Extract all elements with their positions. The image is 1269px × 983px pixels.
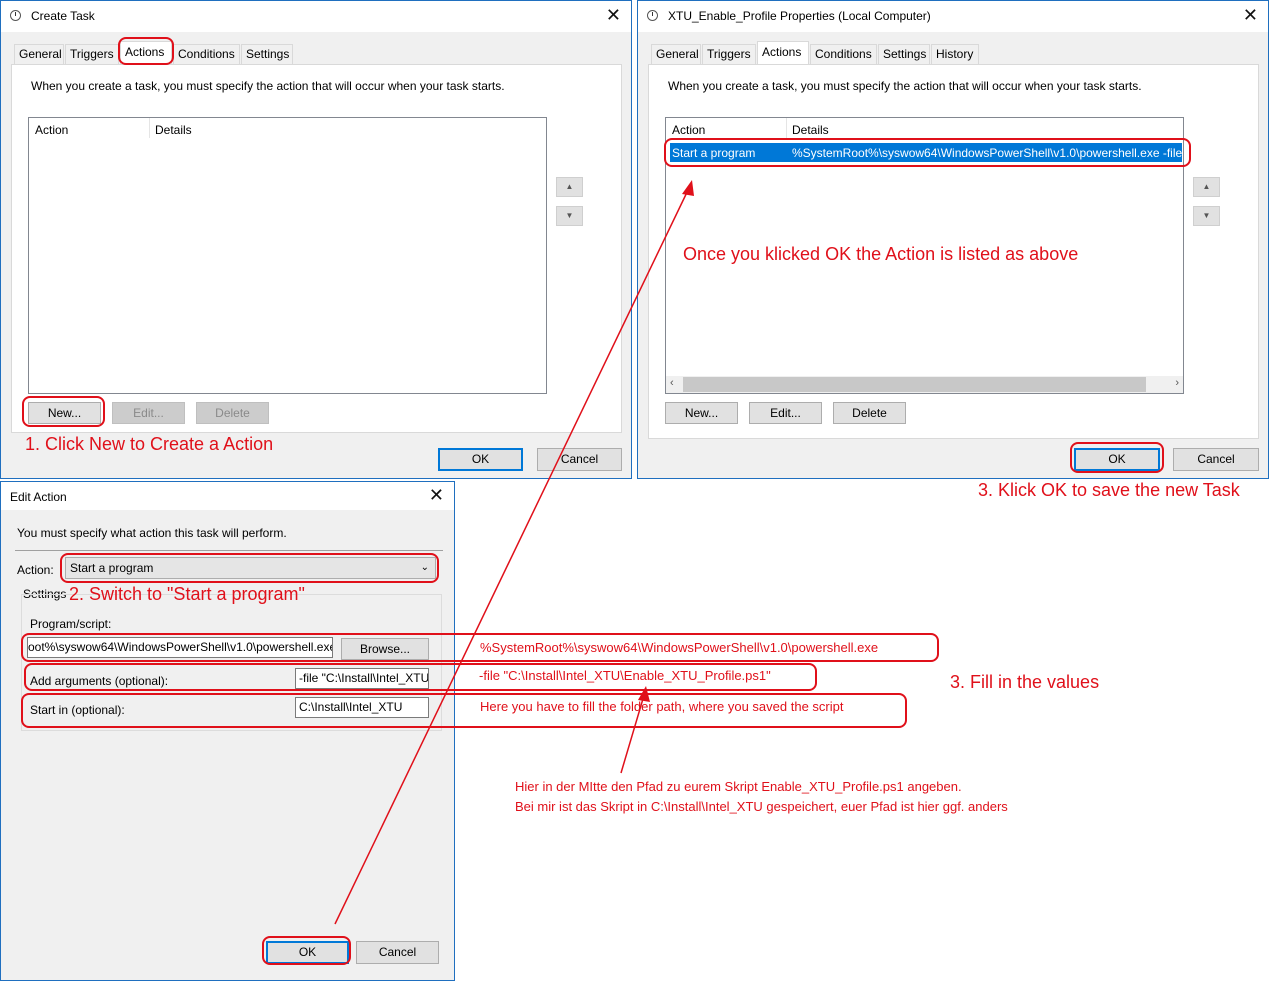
column-divider bbox=[149, 118, 150, 138]
window-title: Create Task bbox=[31, 9, 95, 23]
tab-actions[interactable]: Actions bbox=[757, 41, 809, 65]
scroll-right-icon[interactable]: › bbox=[1175, 377, 1179, 389]
properties-ok-highlight bbox=[1070, 442, 1164, 473]
actions-tab-highlight bbox=[118, 37, 174, 65]
tab-settings[interactable]: Settings bbox=[878, 44, 930, 64]
move-up-button[interactable]: ▲ bbox=[556, 177, 583, 197]
cancel-button[interactable]: Cancel bbox=[356, 941, 439, 964]
step3-fill-annotation: 3. Fill in the values bbox=[950, 672, 1100, 692]
tab-conditions[interactable]: Conditions bbox=[810, 44, 877, 64]
properties-titlebar: XTU_Enable_Profile Properties (Local Com… bbox=[638, 1, 1268, 32]
tab-triggers[interactable]: Triggers bbox=[702, 44, 756, 64]
tab-settings[interactable]: Settings bbox=[241, 44, 293, 64]
intro-text: You must specify what action this task w… bbox=[17, 526, 287, 540]
intro-text: When you create a task, you must specify… bbox=[668, 79, 1142, 93]
tab-general[interactable]: General bbox=[14, 44, 64, 64]
new-button-highlight bbox=[22, 396, 105, 427]
separator bbox=[15, 550, 443, 551]
intro-text: When you create a task, you must specify… bbox=[31, 79, 505, 93]
new-button[interactable]: New... bbox=[665, 402, 738, 424]
scroll-left-icon[interactable]: ‹ bbox=[670, 377, 674, 389]
window-title: Edit Action bbox=[10, 490, 67, 504]
close-icon[interactable]: ✕ bbox=[1243, 5, 1258, 25]
ok-button[interactable]: OK bbox=[438, 448, 523, 471]
program-label: Program/script: bbox=[30, 617, 112, 631]
column-action[interactable]: Action bbox=[672, 123, 705, 137]
cancel-button[interactable]: Cancel bbox=[1173, 448, 1259, 471]
horizontal-scrollbar[interactable]: ‹ › bbox=[666, 376, 1183, 393]
properties-window: XTU_Enable_Profile Properties (Local Com… bbox=[637, 0, 1269, 479]
actions-list[interactable]: Action Details bbox=[28, 117, 547, 394]
column-action[interactable]: Action bbox=[35, 123, 68, 137]
args-value-annotation: -file "C:\Install\Intel_XTU\Enable_XTU_P… bbox=[479, 668, 771, 683]
move-up-button[interactable]: ▲ bbox=[1193, 177, 1220, 197]
cancel-button[interactable]: Cancel bbox=[537, 448, 622, 471]
step2-annotation: 2. Switch to "Start a program" bbox=[69, 584, 305, 604]
action-label: Action: bbox=[17, 563, 54, 577]
tab-general[interactable]: General bbox=[651, 44, 701, 64]
move-down-button[interactable]: ▼ bbox=[556, 206, 583, 226]
window-title: XTU_Enable_Profile Properties (Local Com… bbox=[668, 9, 931, 23]
task-clock-icon bbox=[647, 10, 658, 21]
edit-ok-highlight bbox=[262, 936, 351, 965]
action-select-highlight bbox=[60, 553, 439, 583]
close-icon[interactable]: ✕ bbox=[429, 485, 444, 505]
path-value-annotation: %SystemRoot%\syswow64\WindowsPowerShell\… bbox=[480, 640, 879, 655]
folder-hint-annotation: Here you have to fill the folder path, w… bbox=[480, 699, 844, 714]
create-task-titlebar: Create Task ✕ bbox=[1, 1, 631, 32]
move-down-button[interactable]: ▼ bbox=[1193, 206, 1220, 226]
close-icon[interactable]: ✕ bbox=[606, 5, 621, 25]
step3-ok-annotation: 3. Klick OK to save the new Task bbox=[978, 480, 1240, 500]
edit-action-titlebar: Edit Action ✕ bbox=[1, 482, 454, 510]
column-details[interactable]: Details bbox=[155, 123, 192, 137]
tab-conditions[interactable]: Conditions bbox=[173, 44, 240, 64]
step1-annotation: 1. Click New to Create a Action bbox=[25, 434, 274, 454]
listed-row-highlight bbox=[664, 138, 1191, 167]
column-divider bbox=[786, 118, 787, 138]
delete-button[interactable]: Delete bbox=[196, 402, 269, 424]
task-clock-icon bbox=[10, 10, 21, 21]
delete-button[interactable]: Delete bbox=[833, 402, 906, 424]
edit-button[interactable]: Edit... bbox=[749, 402, 822, 424]
edit-button[interactable]: Edit... bbox=[112, 402, 185, 424]
german-note-line1: Hier in der MItte den Pfad zu eurem Skri… bbox=[515, 779, 962, 794]
tab-history[interactable]: History bbox=[931, 44, 979, 64]
actions-panel: When you create a task, you must specify… bbox=[11, 64, 622, 433]
listed-annotation: Once you klicked OK the Action is listed… bbox=[683, 244, 1079, 264]
tab-triggers[interactable]: Triggers bbox=[65, 44, 119, 64]
column-details[interactable]: Details bbox=[792, 123, 829, 137]
german-note-line2: Bei mir ist das Skript in C:\Install\Int… bbox=[515, 799, 1008, 814]
scroll-thumb[interactable] bbox=[683, 377, 1146, 392]
